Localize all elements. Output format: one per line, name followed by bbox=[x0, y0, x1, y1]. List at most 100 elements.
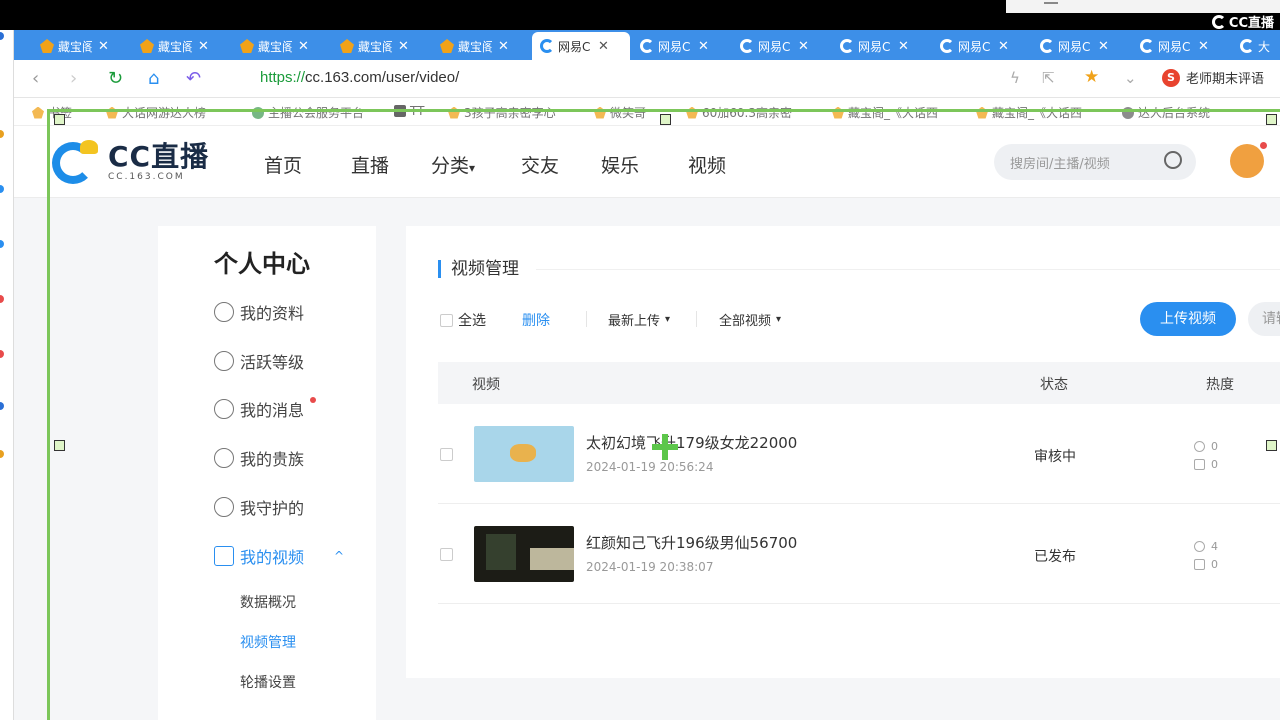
bookmark-label: 主播公会服务平台 bbox=[268, 106, 365, 120]
browser-tab[interactable]: 网易C ✕ bbox=[1032, 32, 1130, 60]
lightning-icon[interactable]: ϟ bbox=[1010, 69, 1020, 87]
close-icon[interactable]: ✕ bbox=[798, 39, 809, 54]
resize-handle[interactable] bbox=[1266, 440, 1277, 451]
bookmark-item[interactable]: 微笑哥 bbox=[594, 104, 646, 121]
video-title[interactable]: 太初幻境飞升179级女龙22000 bbox=[586, 432, 797, 453]
sidebar-item-messages[interactable]: 我的消息 bbox=[214, 397, 317, 421]
nav-category[interactable]: 分类▾ bbox=[431, 151, 475, 178]
bookmark-item[interactable]: 达人后台系统 bbox=[1122, 104, 1210, 121]
home-icon[interactable]: ⌂ bbox=[148, 68, 159, 89]
checkbox[interactable] bbox=[440, 313, 453, 327]
sidebar-item-level[interactable]: 活跃等级 bbox=[214, 349, 304, 373]
sidebar-item-my-videos[interactable]: 我的视频 ^ bbox=[214, 544, 344, 568]
nav-live[interactable]: 直播 bbox=[351, 151, 389, 178]
resize-handle[interactable] bbox=[660, 114, 671, 125]
select-all-checkbox[interactable]: 全选 bbox=[440, 310, 486, 330]
bookmark-item[interactable]: 大话网游达人榜 bbox=[106, 104, 206, 121]
close-icon[interactable]: ✕ bbox=[998, 39, 1009, 54]
undo-icon[interactable]: ↶ bbox=[186, 68, 201, 89]
play-count-value: 0 bbox=[1211, 440, 1218, 453]
upload-video-button[interactable]: 上传视频 bbox=[1140, 302, 1236, 336]
chevron-down-icon[interactable]: ⌄ bbox=[1124, 69, 1137, 87]
browser-tab[interactable]: 网易C ✕ bbox=[932, 32, 1030, 60]
close-icon[interactable]: ✕ bbox=[1098, 39, 1109, 54]
sort-dropdown[interactable]: 最新上传 ▾ bbox=[608, 310, 670, 329]
forward-icon[interactable]: › bbox=[70, 68, 77, 89]
browser-tab[interactable]: 网易C ✕ bbox=[832, 32, 930, 60]
nav-entertainment[interactable]: 娱乐 bbox=[601, 151, 639, 178]
row-checkbox[interactable] bbox=[440, 548, 453, 561]
sidebar-item-nobility[interactable]: 我的贵族 bbox=[214, 446, 304, 470]
close-icon[interactable]: ✕ bbox=[398, 39, 409, 54]
video-title[interactable]: 红颜知己飞升196级男仙56700 bbox=[586, 532, 797, 553]
browser-tab[interactable]: 藏宝阁 ✕ bbox=[32, 32, 130, 60]
bookmark-item[interactable]: 书签 bbox=[32, 104, 72, 121]
chevron-up-icon[interactable]: ^ bbox=[334, 549, 344, 563]
search-engine-box[interactable]: S 老师期末评语 bbox=[1162, 68, 1264, 87]
close-icon[interactable]: ✕ bbox=[698, 39, 709, 54]
url-field[interactable]: https://cc.163.com/user/video/ bbox=[260, 69, 459, 86]
desktop-icon[interactable] bbox=[0, 240, 4, 248]
close-icon[interactable]: ✕ bbox=[898, 39, 909, 54]
minimize-icon[interactable] bbox=[1044, 2, 1058, 4]
submenu-data-overview[interactable]: 数据概况 bbox=[240, 592, 296, 612]
row-checkbox[interactable] bbox=[440, 448, 453, 461]
desktop-icon[interactable] bbox=[0, 130, 4, 138]
browser-tab[interactable]: 网易C ✕ bbox=[732, 32, 830, 60]
close-icon[interactable]: ✕ bbox=[498, 39, 509, 54]
bookmark-item[interactable]: TT bbox=[394, 104, 424, 118]
browser-tab-active[interactable]: 网易C ✕ bbox=[532, 32, 630, 60]
browser-tab[interactable]: 藏宝阁 ✕ bbox=[232, 32, 330, 60]
back-icon[interactable]: ‹ bbox=[32, 68, 39, 89]
bookmark-item[interactable]: 藏宝阁_《大话西 bbox=[832, 104, 938, 121]
browser-tab[interactable]: 藏宝阁 ✕ bbox=[132, 32, 230, 60]
guard-icon bbox=[214, 497, 234, 517]
browser-tab[interactable]: 网易C ✕ bbox=[1132, 32, 1230, 60]
sidebar-item-profile[interactable]: 我的资料 bbox=[214, 300, 304, 324]
filter-dropdown[interactable]: 全部视频 ▾ bbox=[719, 310, 781, 329]
resize-handle[interactable] bbox=[1266, 114, 1277, 125]
desktop-icon[interactable] bbox=[0, 350, 4, 358]
bookmark-item[interactable]: 60加60.3高亲密 bbox=[686, 104, 792, 121]
desktop-icon[interactable] bbox=[0, 32, 4, 40]
resize-handle[interactable] bbox=[54, 114, 65, 125]
submenu-video-management[interactable]: 视频管理 bbox=[240, 632, 296, 652]
video-status: 已发布 bbox=[1034, 549, 1076, 565]
resize-handle[interactable] bbox=[54, 440, 65, 451]
sidebar-item-guarded[interactable]: 我守护的 bbox=[214, 495, 304, 519]
close-icon[interactable]: ✕ bbox=[98, 39, 109, 54]
share-icon[interactable]: ⇱ bbox=[1042, 69, 1055, 87]
video-thumbnail[interactable] bbox=[474, 526, 574, 582]
search-icon[interactable] bbox=[1164, 151, 1182, 169]
browser-tab[interactable]: 藏宝阁 ✕ bbox=[332, 32, 430, 60]
close-icon[interactable]: ✕ bbox=[198, 39, 209, 54]
video-search-input[interactable]: 请输 bbox=[1248, 302, 1280, 336]
desktop-icon[interactable] bbox=[0, 295, 4, 303]
close-icon[interactable]: ✕ bbox=[1198, 39, 1209, 54]
close-icon[interactable]: ✕ bbox=[598, 39, 609, 54]
site-search-input[interactable]: 搜房间/主播/视频 bbox=[994, 144, 1196, 180]
desktop-icon[interactable] bbox=[0, 450, 4, 458]
browser-tab[interactable]: 藏宝阁 ✕ bbox=[432, 32, 530, 60]
site-logo[interactable]: CC直播 CC.163.COM bbox=[52, 140, 209, 184]
star-icon[interactable]: ★ bbox=[1084, 67, 1099, 87]
browser-tab[interactable]: 网易C ✕ bbox=[632, 32, 730, 60]
desktop-icon[interactable] bbox=[0, 185, 4, 193]
bookmark-item[interactable]: 主播公会服务平台 bbox=[252, 104, 364, 121]
refresh-icon[interactable]: ↻ bbox=[108, 68, 123, 89]
bookmark-item[interactable]: 3孩子高亲密李心 bbox=[448, 104, 556, 121]
desktop-icon[interactable] bbox=[0, 402, 4, 410]
video-thumbnail[interactable] bbox=[474, 426, 574, 482]
sogou-icon: S bbox=[1162, 68, 1180, 87]
submenu-carousel-settings[interactable]: 轮播设置 bbox=[240, 672, 296, 692]
close-icon[interactable]: ✕ bbox=[298, 39, 309, 54]
cc-icon bbox=[1240, 39, 1254, 53]
bookmark-item[interactable]: 藏宝阁_《大话西 bbox=[976, 104, 1082, 121]
nav-video[interactable]: 视频 bbox=[688, 151, 726, 178]
avatar[interactable] bbox=[1230, 142, 1267, 178]
delete-button[interactable]: 删除 bbox=[522, 310, 550, 330]
sidebar-item-label: 我的视频 bbox=[240, 548, 305, 567]
nav-home[interactable]: 首页 bbox=[264, 151, 302, 178]
browser-tab[interactable]: 大 bbox=[1232, 32, 1280, 60]
nav-social[interactable]: 交友 bbox=[521, 151, 559, 178]
